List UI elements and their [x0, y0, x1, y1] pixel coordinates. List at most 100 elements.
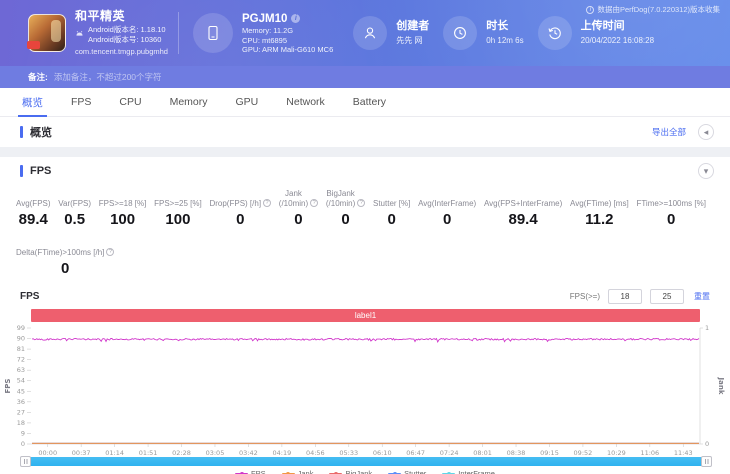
fps-threshold-input-2[interactable]: [650, 288, 684, 304]
tab-battery[interactable]: Battery: [339, 88, 400, 116]
fps-threshold-label: FPS(>=): [569, 291, 600, 301]
help-icon[interactable]: ?: [357, 199, 366, 208]
fps-section-title: FPS: [30, 165, 52, 177]
stat-label: Avg(InterFrame): [418, 198, 477, 208]
stat-label: Var(FPS): [58, 198, 92, 208]
device-cpu: CPU: mt6895: [241, 35, 288, 45]
x-axis-tick: 11:43: [674, 449, 693, 456]
header-divider: [177, 12, 179, 54]
section-separator: [0, 147, 730, 157]
y-axis-tick: 18: [17, 419, 25, 427]
datazoom-handle-left[interactable]: [20, 456, 31, 468]
legend-item-stutter[interactable]: Stutter: [388, 469, 426, 474]
stat-avg-interframe: Avg(InterFrame) 0: [418, 189, 477, 229]
tab-概览[interactable]: 概览: [8, 88, 57, 117]
game-icon-art: [51, 20, 61, 42]
tab-cpu[interactable]: CPU: [105, 88, 155, 116]
fps-chart-header: FPS FPS(>=) 重置: [0, 284, 730, 308]
note-bar[interactable]: 备注: 添加备注，不超过200个字符: [0, 66, 730, 88]
x-axis-tick: 10:29: [607, 449, 626, 456]
overview-title: 概览: [30, 127, 52, 139]
help-icon[interactable]: ?: [106, 248, 115, 257]
legend-item-fps[interactable]: FPS: [235, 469, 266, 474]
fps-collapse-button[interactable]: ▾: [698, 163, 714, 179]
device-gpu: GPU: ARM Mali-G610 MC6: [241, 44, 334, 54]
x-axis-tick: 06:47: [406, 449, 425, 456]
legend-item-interframe[interactable]: InterFrame: [442, 469, 495, 474]
creator-value: 先先 网: [396, 36, 423, 46]
stat-value: 0: [341, 211, 350, 229]
stat-value: 0: [442, 211, 452, 229]
stat-label: FPS>=25 [%]: [154, 198, 202, 208]
stat-value: 11.2: [585, 211, 614, 229]
stat-value: 100: [165, 211, 191, 229]
x-axis-tick: 04:56: [306, 449, 325, 456]
android-version-code: Android版本号: 10360: [88, 34, 162, 44]
stat-label: Delta(FTime)>100ms [/h]: [16, 247, 105, 257]
upload-value: 20/04/2022 16:08:28: [580, 36, 655, 46]
x-axis-tick: 08:01: [473, 449, 492, 456]
datazoom-handle-right[interactable]: [701, 456, 712, 468]
help-icon[interactable]: ?: [310, 199, 319, 208]
x-axis-tick: 06:10: [373, 449, 392, 456]
x-axis-tick: 03:42: [239, 449, 258, 456]
x-axis-tick: 00:00: [38, 449, 57, 456]
stat-bigjank-10min: BigJank (/10min)? 0: [326, 189, 366, 229]
y-axis-tick: 36: [17, 398, 25, 406]
stat-value: 89.4: [18, 211, 48, 229]
help-icon[interactable]: ?: [263, 199, 272, 208]
duration-block: 时长 0h 12m 6s: [443, 16, 524, 50]
stat-label: FPS>=18 [%]: [98, 198, 147, 208]
stat-var-fps: Var(FPS) 0.5: [58, 189, 92, 229]
stat-avg-ftime-ms: Avg(FTime) [ms] 11.2: [570, 189, 629, 229]
game-title: 和平精英: [75, 9, 126, 24]
report-header: 和平精英 Android版本名: 1.18.10 Android版本号: 103…: [0, 0, 730, 66]
game-icon-badge: [27, 41, 40, 49]
stat-value: 0: [667, 211, 676, 229]
android-icon: [76, 31, 83, 37]
fps-stats-row-2: Delta(FTime)>100ms [/h]? 0: [0, 228, 730, 284]
device-memory: Memory: 11.2G: [241, 26, 294, 36]
legend-item-jank[interactable]: Jank: [281, 469, 313, 474]
perfdog-report-page: 和平精英 Android版本名: 1.18.10 Android版本号: 103…: [0, 0, 730, 474]
y2-axis-label: Jank: [717, 377, 725, 395]
stat-value: 0: [61, 260, 70, 278]
y-axis-tick: 99: [17, 324, 25, 332]
fps-chart: 0 9 18 27 36 45 54 63 72 81 90 99 1 0 00:00 00:37 01:14 0…: [4, 324, 725, 456]
stat-avg-fps: Avg(FPS) 89.4: [16, 189, 51, 229]
datazoom-scrollbar[interactable]: [20, 456, 712, 468]
overview-collapse-button[interactable]: ◂: [698, 124, 714, 140]
y-axis-tick: 0: [21, 440, 25, 448]
tab-memory[interactable]: Memory: [156, 88, 222, 116]
tab-network[interactable]: Network: [272, 88, 339, 116]
legend-label: InterFrame: [458, 469, 495, 474]
y-axis-tick: 63: [17, 366, 25, 374]
stat-fps-25: FPS>=25 [%] 100: [154, 189, 202, 229]
clock-icon: [443, 16, 478, 50]
tab-fps[interactable]: FPS: [57, 88, 105, 116]
series-fps-line: [31, 337, 700, 344]
stat-label: FTime>=100ms [%]: [636, 198, 706, 208]
info-icon: i: [586, 5, 595, 14]
device-info-icon[interactable]: i: [291, 14, 301, 24]
duration-label: 时长: [486, 20, 509, 33]
chart-legend: FPS Jank BigJank Stutter InterFrame: [0, 466, 730, 474]
legend-item-bigjank[interactable]: BigJank: [329, 469, 372, 474]
user-icon: [353, 16, 388, 50]
x-axis-tick: 02:28: [172, 449, 191, 456]
collect-note: i 数据由PerfDog(7.0.220312)版本收集: [586, 4, 720, 15]
tab-bar: 概览 FPS CPU Memory GPU Network Battery: [0, 88, 730, 117]
section-accent: [20, 126, 23, 138]
tab-gpu[interactable]: GPU: [222, 88, 273, 116]
stat-value: 0.5: [64, 211, 86, 229]
export-all-link[interactable]: 导出全部: [652, 126, 686, 138]
x-axis-tick: 03:05: [206, 449, 225, 456]
upload-block: 上传时间 20/04/2022 16:08:28: [537, 16, 655, 50]
creator-label: 创建者: [396, 20, 430, 33]
x-axis-tick: 04:19: [273, 449, 292, 456]
stat-label: Jank (/10min): [278, 189, 309, 208]
y2-axis-tick: 1: [705, 324, 709, 332]
reset-link[interactable]: 重置: [694, 291, 710, 302]
fps-threshold-input-1[interactable]: [608, 288, 642, 304]
stat-stutter: Stutter [%] 0: [373, 189, 410, 229]
